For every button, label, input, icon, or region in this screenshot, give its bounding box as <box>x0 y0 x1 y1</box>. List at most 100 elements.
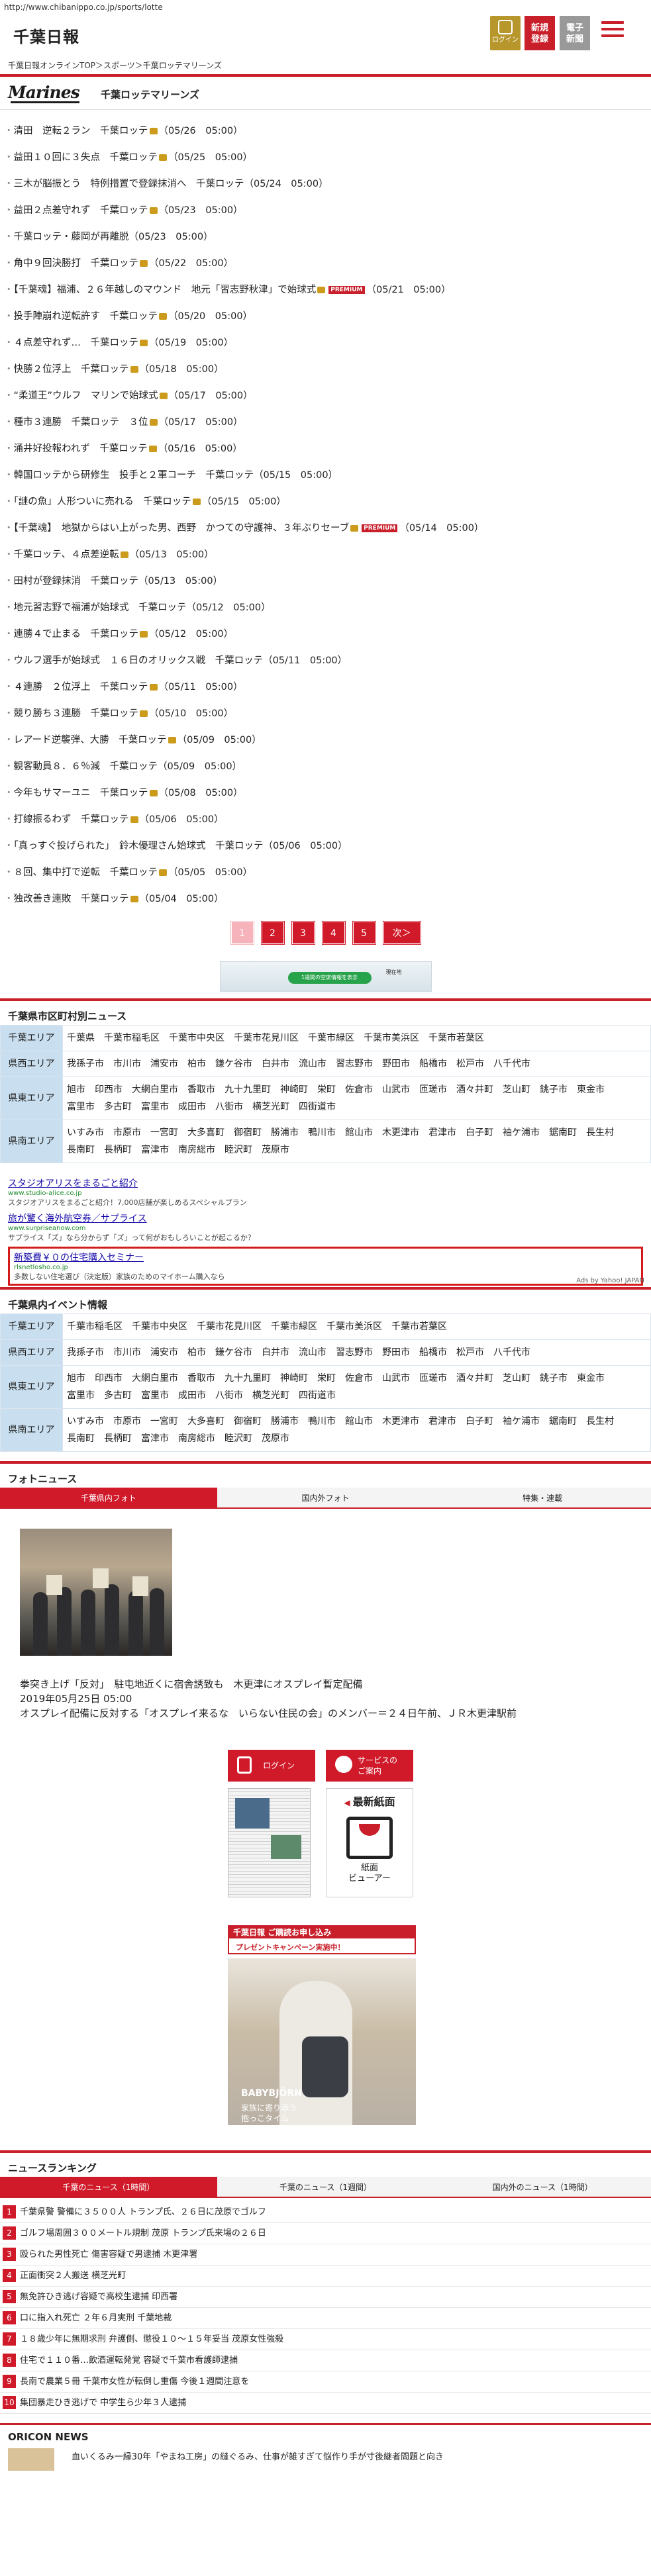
area-link[interactable]: 野田市 <box>382 1055 410 1073</box>
area-link[interactable]: 富里市 <box>67 1387 95 1404</box>
tab-feature[interactable]: 特集・連載 <box>434 1488 651 1509</box>
news-title[interactable]: 競り勝ち３連勝 千葉ロッテ <box>14 708 139 719</box>
area-link[interactable]: いすみ市 <box>67 1413 104 1430</box>
area-link[interactable]: 袖ケ浦市 <box>503 1413 540 1430</box>
site-logo[interactable]: 千葉日報 <box>13 24 79 47</box>
area-link[interactable]: 館山市 <box>345 1124 373 1141</box>
news-item[interactable]: 連勝４で止まる 千葉ロッテ （05/12 05:00） <box>0 621 651 647</box>
news-item[interactable]: 角中９回決勝打 千葉ロッテ （05/22 05:00） <box>0 250 651 277</box>
area-link[interactable]: 市原市 <box>113 1413 141 1430</box>
area-link[interactable]: 流山市 <box>299 1344 326 1361</box>
ranking-item[interactable]: 3 殴られた男性死亡 傷害容疑で男逮捕 木更津署 <box>0 2244 651 2266</box>
page-button[interactable]: 2 <box>261 922 284 944</box>
area-link[interactable]: 浦安市 <box>150 1344 178 1361</box>
news-title[interactable]: 清田 逆転２ラン 千葉ロッテ <box>14 126 148 136</box>
area-link[interactable]: 御宿町 <box>234 1413 262 1430</box>
area-link[interactable]: 市原市 <box>113 1124 141 1141</box>
area-link[interactable]: 鴨川市 <box>308 1124 336 1141</box>
area-link[interactable]: 鋸南町 <box>549 1124 577 1141</box>
rank-title[interactable]: 千葉県警 警備に３５００人 トランプ氏、２６日に茂原でゴルフ <box>20 2207 266 2217</box>
news-title[interactable]: 独改善き連敗 千葉ロッテ <box>14 894 129 904</box>
news-item[interactable]: ４点差守れず… 千葉ロッテ （05/19 05:00） <box>0 330 651 356</box>
news-item[interactable]: 【千葉魂】 地獄からはい上がった男、西野 かつての守護神、３年ぶりセーブ PREM… <box>0 515 651 542</box>
news-title[interactable]: 【千葉魂】福浦、２６年越しのマウンド 地元「習志野秋津」で始球式 <box>14 285 317 295</box>
rank-title[interactable]: 殴られた男性死亡 傷害容疑で男逮捕 木更津署 <box>20 2250 197 2260</box>
area-link[interactable]: 白井市 <box>262 1344 289 1361</box>
news-item[interactable]: レアード逆襲弾、大勝 千葉ロッテ （05/09 05:00） <box>0 727 651 753</box>
area-link[interactable]: 山武市 <box>382 1370 410 1387</box>
rank-title[interactable]: 長南で農業５冊 千葉市女性が転倒し重傷 今後１週間注意を <box>20 2377 249 2387</box>
ranking-item[interactable]: 7 １８歳少年に無期求刑 弁護側、懲役１０～１５年妥当 茂原女性強殺 <box>0 2329 651 2350</box>
menu-icon[interactable] <box>601 21 624 40</box>
area-link[interactable]: 御宿町 <box>234 1124 262 1141</box>
area-link[interactable]: 市川市 <box>113 1344 141 1361</box>
area-link[interactable]: 習志野市 <box>336 1344 373 1361</box>
news-title[interactable]: 三木が脳振とう 特例措置で登録抹消へ 千葉ロッテ <box>14 179 244 189</box>
area-link[interactable]: 南房総市 <box>178 1141 215 1159</box>
news-item[interactable]: 独改善き連敗 千葉ロッテ （05/04 05:00） <box>0 886 651 912</box>
area-link[interactable]: 茂原市 <box>262 1430 289 1447</box>
rank-title[interactable]: ゴルフ場周囲３００メートル規制 茂原 トランプ氏来場の２６日 <box>20 2228 266 2238</box>
text-ad-title[interactable]: 新築費￥０の住宅購入セミナー <box>14 1251 637 1264</box>
area-link[interactable]: 千葉県 <box>67 1029 95 1047</box>
subscription-campaign[interactable]: 千葉日報 ご購読お申し込み プレゼントキャンペーン実施中！ <box>228 1925 416 1954</box>
area-link[interactable]: 富津市 <box>141 1141 169 1159</box>
ranking-item[interactable]: 5 無免許ひき逃げ容疑で高校生逮捕 印西署 <box>0 2287 651 2308</box>
area-link[interactable]: 香取市 <box>187 1370 215 1387</box>
area-link[interactable]: 匝瑳市 <box>419 1370 447 1387</box>
area-link[interactable]: 南房総市 <box>178 1430 215 1447</box>
map-ad[interactable]: 1週間の空席情報を表示 現在地 <box>219 961 432 992</box>
area-link[interactable]: 栄町 <box>317 1370 336 1387</box>
service-guide-button[interactable]: サービスの ご案内 <box>326 1750 413 1782</box>
ranking-item[interactable]: 4 正面衝突２人搬送 横芝光町 <box>0 2266 651 2287</box>
news-item[interactable]: 益田２点差守れず 千葉ロッテ （05/23 05:00） <box>0 197 651 224</box>
rank-title[interactable]: 集団暴走ひき逃げで 中学生ら少年３人逮捕 <box>20 2398 186 2408</box>
area-link[interactable]: 市川市 <box>113 1055 141 1073</box>
area-link[interactable]: 松戸市 <box>456 1344 484 1361</box>
area-link[interactable]: 多古町 <box>104 1098 132 1116</box>
rank-title[interactable]: 無免許ひき逃げ容疑で高校生逮捕 印西署 <box>20 2292 177 2302</box>
news-item[interactable]: 千葉ロッテ・藤岡が再離脱（05/23 05:00） <box>0 224 651 250</box>
area-link[interactable]: 大多喜町 <box>187 1124 225 1141</box>
news-item[interactable]: 「真っすぐ投げられた」 鈴木優理さん始球式 千葉ロッテ（05/06 05:00） <box>0 833 651 859</box>
area-link[interactable]: いすみ市 <box>67 1124 104 1141</box>
area-link[interactable]: 佐倉市 <box>345 1370 373 1387</box>
login-button[interactable]: ログイン <box>490 16 521 50</box>
area-link[interactable]: 一宮町 <box>150 1124 178 1141</box>
area-link[interactable]: 神崎町 <box>280 1081 308 1098</box>
ranking-item[interactable]: 6 口に指入れ死亡 ２年６月実刑 千葉地裁 <box>0 2308 651 2329</box>
news-item[interactable]: ウルフ選手が始球式 １６日のオリックス戦 千葉ロッテ（05/11 05:00） <box>0 647 651 674</box>
oricon-item[interactable]: 血いくるみ一縁30年「やまね工房」の縫ぐるみ、仕事が雑すぎて悩作り手が寸後継者問… <box>0 2446 651 2472</box>
area-link[interactable]: 山武市 <box>382 1081 410 1098</box>
area-link[interactable]: 印西市 <box>95 1081 123 1098</box>
area-link[interactable]: 長柄町 <box>104 1141 132 1159</box>
news-title[interactable]: ８回、集中打で逆転 千葉ロッテ <box>14 867 158 878</box>
area-link[interactable]: 横芝光町 <box>252 1098 289 1116</box>
news-item[interactable]: 益田１０回に３失点 千葉ロッテ （05/25 05:00） <box>0 144 651 171</box>
news-title[interactable]: ４点差守れず… 千葉ロッテ <box>14 338 139 348</box>
news-title[interactable]: 今年もサマーユニ 千葉ロッテ <box>14 788 148 798</box>
page-button[interactable]: 4 <box>322 922 345 944</box>
area-link[interactable]: 茂原市 <box>262 1141 289 1159</box>
page-button[interactable]: 1 <box>230 922 254 944</box>
tab-chiba-photo[interactable]: 千葉県内フォト <box>0 1488 217 1509</box>
news-title[interactable]: 益田２点差守れず 千葉ロッテ <box>14 205 148 216</box>
area-link[interactable]: 千葉市緑区 <box>271 1318 317 1335</box>
area-link[interactable]: 九十九里町 <box>225 1081 271 1098</box>
area-link[interactable]: 鎌ケ谷市 <box>215 1055 252 1073</box>
area-link[interactable]: 睦沢町 <box>225 1141 252 1159</box>
area-link[interactable]: 浦安市 <box>150 1055 178 1073</box>
area-link[interactable]: 白子町 <box>466 1413 493 1430</box>
area-link[interactable]: 君津市 <box>428 1413 456 1430</box>
news-title[interactable]: 田村が登録抹消 千葉ロッテ <box>14 576 139 587</box>
paper-viewer-link[interactable]: 最新紙面 紙面 ビューアー <box>326 1788 413 1897</box>
news-title[interactable]: 連勝４で止まる 千葉ロッテ <box>14 629 139 640</box>
area-link[interactable]: 横芝光町 <box>252 1387 289 1404</box>
news-item[interactable]: 快勝２位浮上 千葉ロッテ （05/18 05:00） <box>0 356 651 383</box>
register-button[interactable]: 新規 登録 <box>525 16 555 50</box>
news-item[interactable]: 涌井好投報われず 千葉ロッテ （05/16 05:00） <box>0 436 651 462</box>
news-item[interactable]: 投手陣崩れ逆転許す 千葉ロッテ （05/20 05:00） <box>0 303 651 330</box>
news-title[interactable]: 快勝２位浮上 千葉ロッテ <box>14 364 129 375</box>
ranking-item[interactable]: 2 ゴルフ場周囲３００メートル規制 茂原 トランプ氏来場の２６日 <box>0 2223 651 2244</box>
area-link[interactable]: 千葉市緑区 <box>308 1029 354 1047</box>
